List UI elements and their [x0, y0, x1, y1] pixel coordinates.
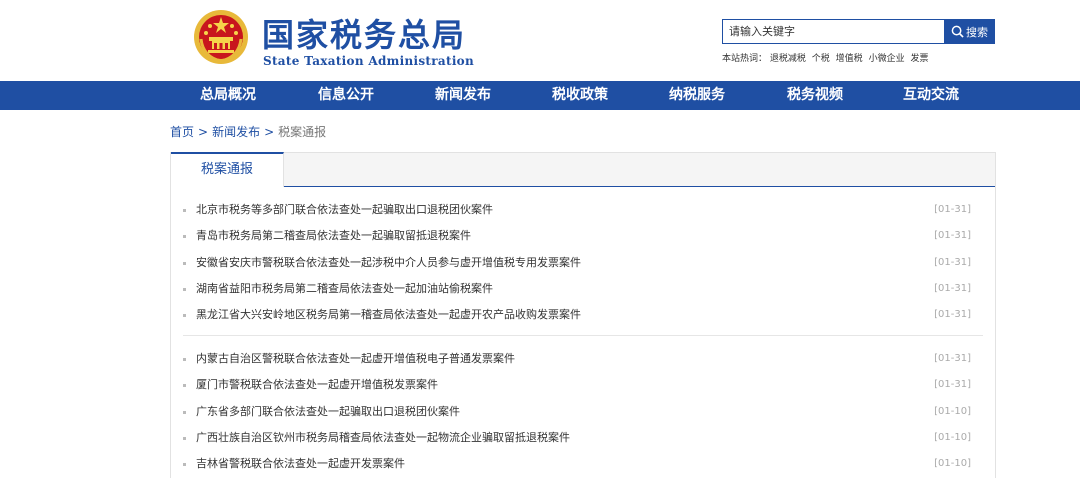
bullet-icon	[183, 209, 186, 212]
nav-item-tax-video[interactable]: 税务视频	[765, 81, 865, 110]
nav-item-interaction[interactable]: 互动交流	[881, 81, 981, 110]
search-input[interactable]	[722, 19, 944, 44]
article-title[interactable]: 青岛市税务局第二稽查局依法查处一起骗取留抵退税案件	[196, 223, 471, 249]
hot-words-label: 本站热词：	[722, 54, 768, 64]
article-title[interactable]: 湖南省益阳市税务局第二稽查局依法查处一起加油站偷税案件	[196, 276, 493, 302]
article-list: 内蒙古自治区警税联合依法查处一起虚开增值税电子普通发票案件 [01-31] 厦门市…	[183, 346, 983, 477]
hot-word-link[interactable]: 增值税	[836, 54, 863, 64]
article-date: [01-31]	[934, 353, 971, 364]
list-item[interactable]: 厦门市警税联合依法查处一起虚开增值税发票案件 [01-31]	[183, 372, 983, 398]
list-item[interactable]: 安徽省安庆市警税联合依法查处一起涉税中介人员参与虚开增值税专用发票案件 [01-3…	[183, 250, 983, 276]
article-title[interactable]: 吉林省警税联合依法查处一起虚开发票案件	[196, 451, 405, 477]
breadcrumb-news[interactable]: 新闻发布	[212, 125, 260, 139]
content-panel: 税案通报 北京市税务等多部门联合依法查处一起骗取出口退税团伙案件 [01-31] …	[170, 152, 996, 478]
tab-bar: 税案通报	[171, 152, 995, 187]
tab-tax-case-reports[interactable]: 税案通报	[171, 152, 284, 187]
nav-item-overview[interactable]: 总局概况	[178, 81, 278, 110]
hot-word-link[interactable]: 小微企业	[869, 54, 905, 64]
article-title[interactable]: 黑龙江省大兴安岭地区税务局第一稽查局依法查处一起虚开农产品收购发票案件	[196, 302, 581, 328]
site-title-en: State Taxation Administration	[263, 54, 475, 68]
article-date: [01-31]	[934, 204, 971, 215]
nav-item-tax-policy[interactable]: 税收政策	[530, 81, 630, 110]
list-divider	[183, 335, 983, 336]
site-header: 国家税务总局 State Taxation Administration 搜索 …	[0, 0, 1080, 81]
bullet-icon	[183, 358, 186, 361]
article-title[interactable]: 广东省多部门联合依法查处一起骗取出口退税团伙案件	[196, 399, 460, 425]
search-button[interactable]: 搜索	[944, 19, 995, 44]
bullet-icon	[183, 410, 186, 414]
nav-item-news[interactable]: 新闻发布	[413, 81, 513, 110]
bullet-icon	[183, 463, 186, 467]
nav-item-info-disclosure[interactable]: 信息公开	[296, 81, 396, 110]
article-date: [01-31]	[934, 379, 971, 391]
article-date: [01-31]	[934, 230, 971, 242]
list-item[interactable]: 内蒙古自治区警税联合依法查处一起虚开增值税电子普通发票案件 [01-31]	[183, 346, 983, 372]
article-date: [01-10]	[934, 405, 971, 417]
bullet-icon	[183, 384, 186, 388]
bullet-icon	[183, 314, 186, 318]
hot-word-link[interactable]: 退税减税	[770, 54, 806, 64]
search-button-label: 搜索	[966, 25, 988, 39]
article-date: [01-10]	[934, 458, 971, 470]
hot-word-link[interactable]: 发票	[910, 54, 928, 64]
list-item[interactable]: 青岛市税务局第二稽查局依法查处一起骗取留抵退税案件 [01-31]	[183, 223, 983, 249]
bullet-icon	[183, 261, 186, 265]
hot-word-link[interactable]: 个税	[812, 54, 830, 64]
article-date: [01-10]	[934, 431, 971, 443]
article-title[interactable]: 广西壮族自治区钦州市税务局稽查局依法查处一起物流企业骗取留抵退税案件	[196, 425, 570, 451]
search-box: 搜索	[722, 19, 995, 44]
breadcrumb-separator: >	[198, 125, 209, 139]
bullet-icon	[183, 436, 186, 440]
article-title[interactable]: 厦门市警税联合依法查处一起虚开增值税发票案件	[196, 372, 438, 398]
article-list: 北京市税务等多部门联合依法查处一起骗取出口退税团伙案件 [01-31] 青岛市税务…	[183, 197, 983, 328]
article-date: [01-31]	[934, 282, 971, 294]
breadcrumb-home[interactable]: 首页	[170, 125, 194, 139]
article-title[interactable]: 北京市税务等多部门联合依法查处一起骗取出口退税团伙案件	[196, 197, 493, 223]
list-item[interactable]: 广西壮族自治区钦州市税务局稽查局依法查处一起物流企业骗取留抵退税案件 [01-10…	[183, 425, 983, 451]
bullet-icon	[183, 287, 186, 291]
list-item[interactable]: 吉林省警税联合依法查处一起虚开发票案件 [01-10]	[183, 451, 983, 477]
search-icon	[951, 25, 964, 38]
list-item[interactable]: 北京市税务等多部门联合依法查处一起骗取出口退税团伙案件 [01-31]	[183, 197, 983, 223]
breadcrumb: 首页 > 新闻发布 > 税案通报	[170, 123, 326, 140]
breadcrumb-separator: >	[264, 125, 275, 139]
article-title[interactable]: 内蒙古自治区警税联合依法查处一起虚开增值税电子普通发票案件	[196, 346, 515, 372]
nav-item-taxpayer-service[interactable]: 纳税服务	[647, 81, 747, 110]
list-item[interactable]: 广东省多部门联合依法查处一起骗取出口退税团伙案件 [01-10]	[183, 399, 983, 425]
article-title[interactable]: 安徽省安庆市警税联合依法查处一起涉税中介人员参与虚开增值税专用发票案件	[196, 250, 581, 276]
hot-words: 本站热词： 退税减税 个税 增值税 小微企业 发票	[722, 51, 931, 64]
article-date: [01-31]	[934, 309, 971, 321]
site-title-cn: 国家税务总局	[262, 16, 467, 54]
article-date: [01-31]	[934, 256, 971, 268]
list-item[interactable]: 黑龙江省大兴安岭地区税务局第一稽查局依法查处一起虚开农产品收购发票案件 [01-3…	[183, 302, 983, 328]
main-nav: 总局概况 信息公开 新闻发布 税收政策 纳税服务 税务视频 互动交流	[0, 81, 1080, 110]
bullet-icon	[183, 235, 186, 239]
breadcrumb-current: 税案通报	[278, 125, 327, 139]
list-item[interactable]: 湖南省益阳市税务局第二稽查局依法查处一起加油站偷税案件 [01-31]	[183, 276, 983, 302]
national-emblem-icon	[194, 10, 248, 64]
